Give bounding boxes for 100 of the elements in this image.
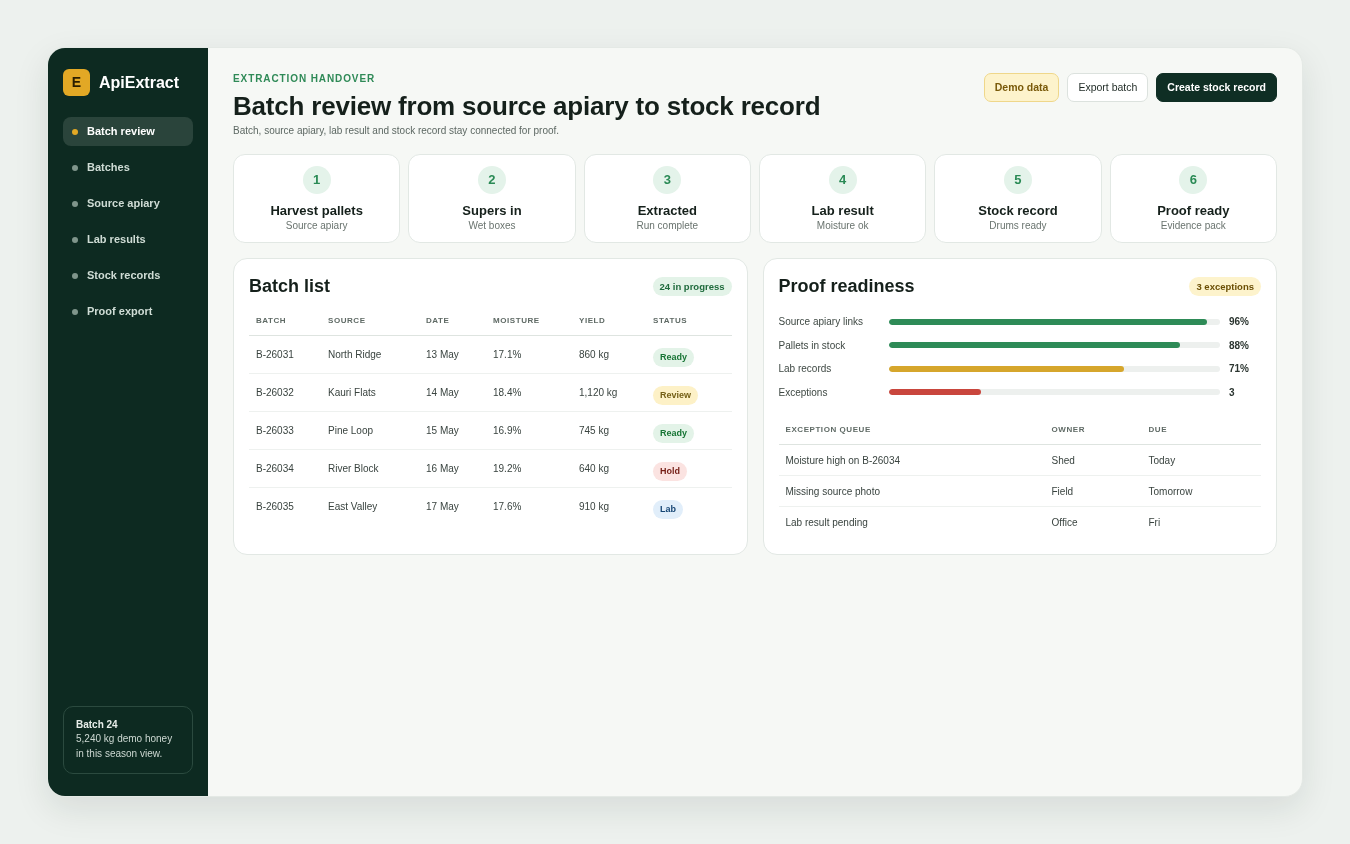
table-cell: 13 May [419,335,486,374]
step-subtitle: Source apiary [284,219,349,232]
step-title: Stock record [977,203,1059,219]
table-cell: 745 kg [572,411,646,450]
status-tag: Lab [653,499,683,519]
table-cell: 16 May [419,449,486,488]
exceptions-badge: 3 exceptions [1189,276,1261,296]
table-cell: 17.6% [486,487,572,526]
status-tag: Ready [653,347,694,367]
bullet-icon [72,308,78,315]
table-cell: 860 kg [572,335,646,374]
step-number: 3 [653,166,682,194]
table-cell: B-26035 [249,487,321,526]
column-header: EXCEPTION QUEUE [778,424,1045,445]
bullet-icon [72,200,78,207]
step-title: Lab result [810,203,875,219]
nav-item[interactable]: Lab results [63,225,193,254]
table-cell: Missing source photo [778,475,1045,507]
step-number: 6 [1179,166,1208,194]
step-subtitle: Drums ready [988,219,1048,232]
column-header: DATE [419,315,486,336]
step-subtitle: Wet boxes [467,219,517,232]
nav-item[interactable]: Stock records [63,261,193,290]
status-tag: Review [653,385,699,405]
table-cell: 14 May [419,373,486,412]
metric-value: 3 [1228,385,1236,400]
demo-data-badge: Demo data [983,73,1060,102]
table-cell: Shed [1044,444,1142,476]
page-title: Batch review from source apiary to stock record [233,90,821,122]
step-title: Supers in [461,203,523,219]
export-button[interactable]: Export batch [1067,73,1149,102]
step-subtitle: Evidence pack [1159,219,1227,232]
table-cell: Today [1141,444,1261,476]
table-cell: North Ridge [321,335,419,374]
table-cell: 17.1% [486,335,572,374]
nav-item[interactable]: Source apiary [63,189,193,218]
bullet-icon [72,164,78,171]
table-cell: Kauri Flats [321,373,419,412]
table-cell: Moisture high on B-26034 [778,444,1045,476]
status-tag: Hold [653,461,687,481]
table-cell: River Block [321,449,419,488]
step-subtitle: Moisture ok [815,219,870,232]
table-cell: Tomorrow [1141,475,1261,507]
metric-value: 71% [1228,362,1250,377]
app-name: ApiExtract [99,72,180,93]
step-title: Harvest pallets [269,203,364,219]
step-number: 1 [302,166,331,194]
panel-title: Proof readiness [778,275,915,298]
metric-value: 88% [1228,338,1250,353]
table-cell: East Valley [321,487,419,526]
table-cell: Office [1044,506,1142,538]
column-header: BATCH [249,315,321,336]
panel-title: Batch list [249,275,331,298]
table-cell: 910 kg [572,487,646,526]
bullet-icon [72,272,78,279]
metric-label: Source apiary links [778,315,864,330]
status-tag: Ready [653,423,694,443]
table-cell: B-26031 [249,335,321,374]
table-cell: Pine Loop [321,411,419,450]
column-header: STATUS [646,315,732,336]
table-cell: 1,120 kg [572,373,646,412]
table-cell: B-26034 [249,449,321,488]
table-cell: 15 May [419,411,486,450]
bullet-icon [72,236,78,243]
table-cell: B-26032 [249,373,321,412]
summary-text: 5,240 kg demo honey in this season view. [76,732,174,761]
step-number: 5 [1004,166,1032,194]
table-cell: Lab result pending [778,506,1045,538]
column-header: DUE [1141,424,1261,445]
table-cell: 640 kg [572,449,646,488]
bullet-icon [72,128,78,135]
table-cell: 17 May [419,487,486,526]
summary-title: Batch 24 [76,718,119,732]
column-header: MOISTURE [486,315,572,336]
nav-item[interactable]: Proof export [63,297,193,326]
column-header: SOURCE [321,315,419,336]
table-cell: 19.2% [486,449,572,488]
table-cell: 16.9% [486,411,572,450]
step-title: Proof ready [1156,203,1231,219]
step-number: 2 [478,166,506,194]
page-subtitle: Batch, source apiary, lab result and stock record stay connected for proof. [233,125,561,137]
table-cell: Field [1044,475,1142,507]
eyebrow-text: EXTRACTION HANDOVER [233,73,377,85]
metric-label: Exceptions [778,385,829,400]
step-subtitle: Run complete [635,219,700,232]
metric-label: Pallets in stock [778,338,847,353]
table-cell: B-26033 [249,411,321,450]
table-cell: 18.4% [486,373,572,412]
column-header: YIELD [572,315,646,336]
nav-item[interactable]: Batches [63,153,193,182]
metric-label: Lab records [778,362,833,377]
step-title: Extracted [636,203,698,219]
nav-item[interactable]: Batch review [63,117,193,146]
metric-value: 96% [1228,315,1250,330]
create-record-button[interactable]: Create stock record [1156,73,1277,102]
step-number: 4 [828,166,857,194]
count-badge: 24 in progress [652,276,732,296]
column-header: OWNER [1044,424,1142,445]
logo-mark: E [63,69,90,96]
table-cell: Fri [1141,506,1261,538]
